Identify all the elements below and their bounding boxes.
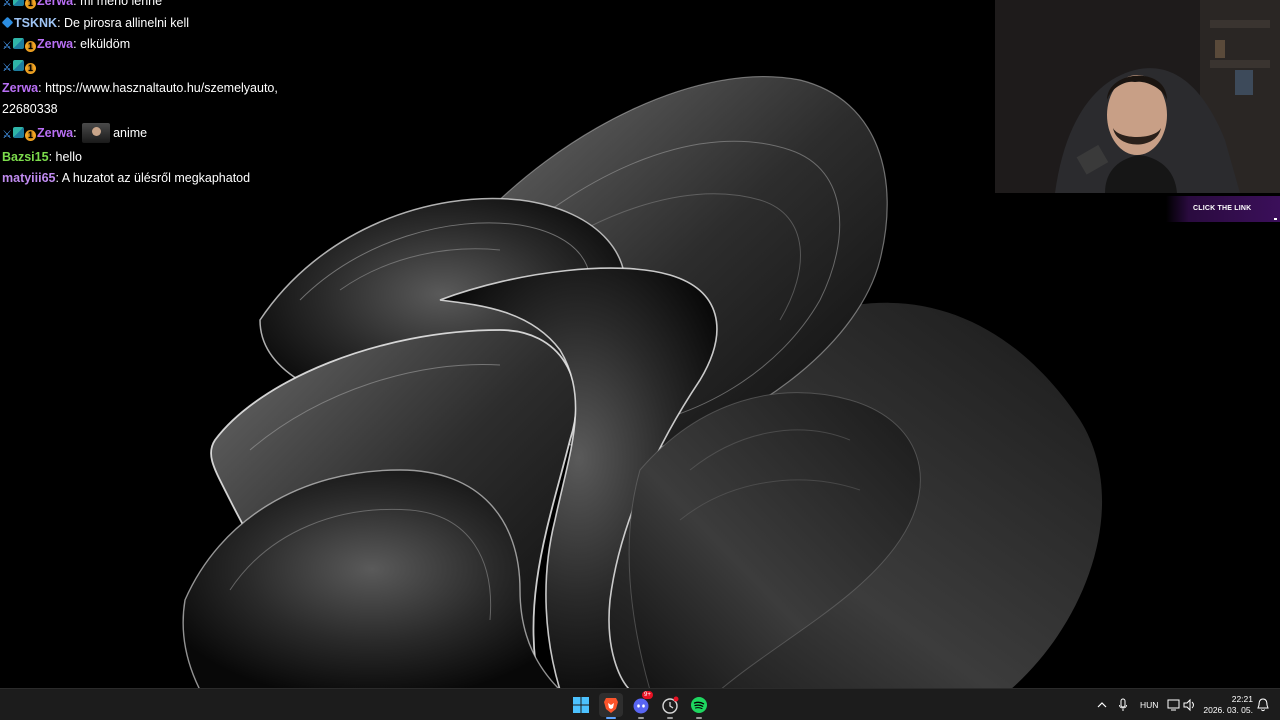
clock-date: 2026. 03. 05. xyxy=(1203,705,1253,715)
taskbar-brave-button[interactable] xyxy=(599,693,623,719)
volume-icon[interactable] xyxy=(1183,696,1197,714)
system-clock[interactable]: 22:21 2026. 03. 05. xyxy=(1203,694,1253,716)
cube-badge-icon xyxy=(1,16,14,29)
sword-badge-icon: ⚔ xyxy=(2,62,12,74)
chat-message: 22680338 xyxy=(2,102,292,116)
webcam-overlay xyxy=(995,0,1280,193)
chat-message-text: : mi menő lenne xyxy=(73,0,163,8)
chat-message-text: : De pirosra allinelni kell xyxy=(57,16,190,30)
chat-message-text: anime xyxy=(113,126,148,140)
taskbar: 9+ HUN 22:21 2026. 03. 05. xyxy=(0,688,1280,720)
chat-message: TSKNK: De pirosra allinelni kell xyxy=(1,16,292,30)
subscriber-badge-icon xyxy=(13,127,24,138)
number-badge-icon: 1 xyxy=(25,41,36,52)
taskbar-discord-button[interactable]: 9+ xyxy=(629,691,653,719)
chat-username[interactable]: matyiii65 xyxy=(2,171,56,185)
notification-bell-icon[interactable] xyxy=(1257,698,1269,717)
chat-message-text: : A huzatot az ülésről megkaphatod xyxy=(55,171,251,185)
cta-label: CLICK THE LINK xyxy=(1193,205,1252,212)
chat-emote-image xyxy=(82,123,111,143)
spotify-icon xyxy=(691,697,707,713)
taskbar-spotify-button[interactable] xyxy=(687,693,711,719)
brave-lion-icon xyxy=(604,698,618,713)
chat-message: ⚔ 1 Zerwa: elküldöm xyxy=(2,37,292,52)
chat-message: Zerwa: https://www.hasznaltauto.hu/szeme… xyxy=(2,81,292,95)
tray-overflow-chevron-icon[interactable] xyxy=(1097,696,1107,714)
discord-notification-badge: 9+ xyxy=(642,691,653,699)
clock-time: 22:21 xyxy=(1231,694,1253,704)
chat-username[interactable]: Bazsi15 xyxy=(2,150,49,164)
chat-message: ⚔ 1 xyxy=(2,59,292,74)
chat-message-text: : https://www.hasznaltauto.hu/szemelyaut… xyxy=(38,81,278,95)
chat-message-text: 22680338 xyxy=(2,102,58,116)
sword-badge-icon: ⚔ xyxy=(2,0,12,9)
number-badge-icon: 1 xyxy=(25,63,36,74)
cta-accent xyxy=(1274,218,1277,220)
microphone-icon[interactable] xyxy=(1118,696,1128,714)
chat-username[interactable]: TSKNK xyxy=(14,16,57,30)
chat-message: ⚔ 1 Zerwa: mi menő lenne xyxy=(2,0,292,9)
language-indicator[interactable]: HUN xyxy=(1140,700,1158,718)
clock-app-running-indicator xyxy=(667,717,673,719)
click-the-link-banner[interactable]: CLICK THE LINK xyxy=(1166,196,1280,222)
webcam-feed xyxy=(995,0,1280,193)
number-badge-icon: 1 xyxy=(25,130,36,141)
chat-message-text: : xyxy=(73,126,81,140)
desktop: ⚔ 1 Zerwa: mi menő lenne TSKNK: De pirosra … xyxy=(0,0,1280,688)
brave-running-indicator xyxy=(606,717,616,719)
subscriber-badge-icon xyxy=(13,38,24,49)
subscriber-badge-icon xyxy=(13,0,24,6)
network-icon[interactable] xyxy=(1167,696,1181,714)
chat-username[interactable]: Zerwa xyxy=(37,0,73,8)
chat-username[interactable]: Zerwa xyxy=(2,81,38,95)
taskbar-start-button[interactable] xyxy=(569,693,593,717)
number-badge-icon: 1 xyxy=(25,0,36,9)
discord-running-indicator xyxy=(638,717,644,719)
chat-username[interactable]: Zerwa xyxy=(37,37,73,51)
sword-badge-icon: ⚔ xyxy=(2,129,12,141)
chat-message: ⚔ 1 Zerwa: anime xyxy=(2,123,292,143)
chat-message: matyiii65: A huzatot az ülésről megkapha… xyxy=(2,171,292,185)
spotify-running-indicator xyxy=(696,717,702,719)
chat-message-text: : elküldöm xyxy=(73,37,131,51)
windows-logo-icon xyxy=(573,697,589,713)
sword-badge-icon: ⚔ xyxy=(2,40,12,52)
clock-icon xyxy=(662,696,679,714)
chat-message: Bazsi15: hello xyxy=(2,150,292,164)
taskbar-clock-app-button[interactable] xyxy=(658,693,682,719)
chat-username[interactable]: Zerwa xyxy=(37,126,73,140)
chat-message-text: : hello xyxy=(48,150,82,164)
stream-chat-overlay: ⚔ 1 Zerwa: mi menő lenne TSKNK: De pirosra … xyxy=(1,0,292,192)
subscriber-badge-icon xyxy=(13,60,24,71)
